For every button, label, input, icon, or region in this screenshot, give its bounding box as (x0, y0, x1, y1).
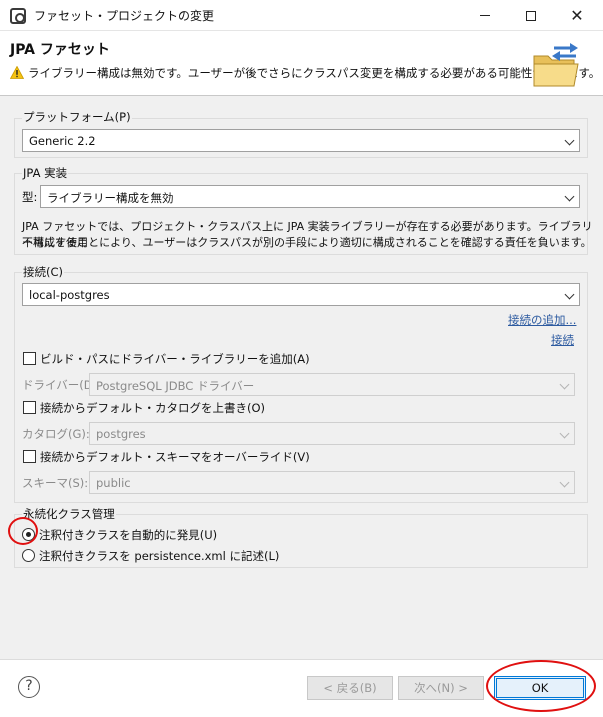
add-connection-link[interactable]: 接続の追加... (508, 312, 576, 328)
implementation-label: JPA 実装 (22, 165, 69, 181)
list-in-xml-label: 注釈付きクラスを persistence.xml に記述(L) (39, 549, 280, 563)
back-button[interactable]: < 戻る(B) (307, 676, 393, 700)
minimize-icon[interactable] (462, 0, 508, 31)
maximize-icon[interactable] (508, 0, 554, 31)
chevron-down-icon (559, 477, 570, 488)
connection-label: 接続(C) (22, 264, 65, 280)
schema-select[interactable]: public (89, 471, 575, 494)
window-title: ファセット・プロジェクトの変更 (34, 9, 215, 23)
driver-select[interactable]: PostgreSQL JDBC ドライバー (89, 373, 575, 396)
add-driver-label: ビルド・パスにドライバー・ライブラリーを追加(A) (40, 352, 310, 366)
page-title: JPA ファセット (10, 42, 110, 58)
type-select[interactable]: ライブラリー構成を無効 (40, 185, 580, 208)
catalog-label: カタログ(G): (22, 427, 90, 441)
dialog-body: プラットフォーム(P) Generic 2.2 JPA 実装 型: ライブラリー… (0, 96, 603, 659)
connection-value: local-postgres (29, 288, 110, 302)
title-bar: ファセット・プロジェクトの変更 ✕ (0, 0, 603, 31)
annotation-circle-radio (8, 517, 38, 545)
help-icon[interactable]: ? (18, 676, 40, 698)
folder-sync-icon (533, 43, 579, 87)
list-in-xml-radio[interactable] (22, 549, 35, 562)
type-value: ライブラリー構成を無効 (47, 191, 174, 205)
driver-value: PostgreSQL JDBC ドライバー (96, 379, 255, 393)
schema-value: public (96, 476, 131, 490)
footer-separator (0, 659, 603, 660)
chevron-down-icon (564, 289, 575, 300)
chevron-down-icon (559, 379, 570, 390)
auto-discover-label: 注釈付きクラスを自動的に発見(U) (39, 528, 218, 542)
eclipse-app-icon (10, 8, 26, 24)
connection-select[interactable]: local-postgres (22, 283, 580, 306)
schema-label: スキーマ(S): (22, 476, 89, 490)
connect-link[interactable]: 接続 (551, 332, 574, 348)
next-button[interactable]: 次へ(N) > (398, 676, 484, 700)
chevron-down-icon (564, 135, 575, 146)
type-label: 型: (22, 190, 38, 204)
override-schema-checkbox[interactable] (23, 450, 36, 463)
catalog-value: postgres (96, 427, 146, 441)
dialog-header: JPA ファセット ライブラリー構成は無効です。ユーザーが後でさらにクラスパス変… (0, 31, 603, 95)
close-icon[interactable]: ✕ (554, 0, 600, 31)
warning-icon (10, 66, 24, 79)
override-catalog-label: 接続からデフォルト・カタログを上書き(O) (40, 401, 266, 415)
platform-select[interactable]: Generic 2.2 (22, 129, 580, 152)
implementation-description-line2: 不可にすることにより、ユーザーはクラスパスが別の手段により適切に構成されることを… (22, 236, 592, 249)
chevron-down-icon (559, 428, 570, 439)
override-schema-label: 接続からデフォルト・スキーマをオーバーライド(V) (40, 450, 310, 464)
warning-message: ライブラリー構成は無効です。ユーザーが後でさらにクラスパス変更を構成する必要があ… (28, 66, 601, 80)
override-catalog-checkbox[interactable] (23, 401, 36, 414)
annotation-circle-ok (486, 660, 596, 712)
catalog-select[interactable]: postgres (89, 422, 575, 445)
platform-label: プラットフォーム(P) (22, 109, 132, 125)
persistence-label: 永続化クラス管理 (22, 506, 116, 522)
platform-value: Generic 2.2 (29, 134, 96, 148)
chevron-down-icon (564, 191, 575, 202)
add-driver-checkbox[interactable] (23, 352, 36, 365)
